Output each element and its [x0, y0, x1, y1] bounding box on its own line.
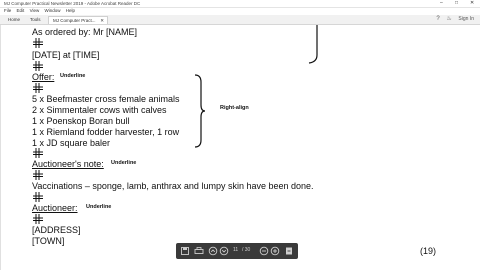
menu-bar: File Edit View Window Help	[0, 8, 480, 14]
double-bar-symbol	[33, 83, 43, 93]
title-bar: MJ Computer Practical Newsletter 2019 - …	[0, 0, 480, 8]
help-icon[interactable]: ?	[436, 16, 439, 22]
print-icon[interactable]	[194, 246, 204, 256]
zoom-in-icon[interactable]	[270, 246, 280, 256]
page-navigation-toolbar: 11 / 30	[176, 243, 298, 259]
items-format-note: Right-align	[220, 105, 249, 111]
tab-tools[interactable]: Tools	[26, 16, 46, 24]
auctioneer-label: Auctioneer:	[32, 203, 78, 213]
ordered-by-line: As ordered by: Mr [NAME]	[32, 27, 138, 37]
menu-window[interactable]: Window	[45, 8, 61, 14]
zoom-out-icon[interactable]	[259, 246, 269, 256]
menu-view[interactable]: View	[30, 8, 40, 14]
town-line: [TOWN]	[32, 236, 65, 246]
double-bar-symbol	[33, 192, 43, 202]
fit-page-icon[interactable]	[284, 246, 294, 256]
tab-home[interactable]: Home	[4, 16, 24, 24]
brace-fragment	[308, 25, 318, 64]
left-panel-edge	[0, 25, 1, 270]
offer-item: 1 x JD square baler	[32, 138, 111, 148]
tab-bar: Home Tools MJ Computer Pract... ✕	[0, 15, 480, 25]
sign-in-button[interactable]: Sign In	[458, 16, 474, 22]
maximize-icon[interactable]: □	[455, 0, 458, 7]
address-line: [ADDRESS]	[32, 225, 81, 235]
offer-item: 1 x Riemland fodder harvester, 1 row	[32, 127, 180, 137]
menu-help[interactable]: Help	[66, 8, 75, 14]
bell-icon[interactable]: ♨	[446, 16, 451, 22]
page-down-icon[interactable]	[219, 246, 229, 256]
menu-edit[interactable]: Edit	[17, 8, 25, 14]
total-pages: / 30	[242, 247, 251, 253]
save-icon[interactable]	[180, 246, 190, 256]
offer-item: 2 x Simmentaler cows with calves	[32, 105, 167, 115]
current-page-field[interactable]: 11	[233, 247, 238, 253]
menu-file[interactable]: File	[4, 8, 11, 14]
close-icon[interactable]: ✕	[470, 0, 474, 7]
minimize-icon[interactable]: –	[440, 0, 443, 7]
page-number: (19)	[420, 246, 437, 256]
auctioneer-format-note: Underline	[86, 204, 112, 210]
tab-document-label: MJ Computer Pract...	[53, 18, 96, 23]
close-tab-icon[interactable]: ✕	[100, 17, 104, 25]
double-bar-symbol	[33, 38, 43, 48]
vaccinations-line: Vaccinations – sponge, lamb, anthrax and…	[32, 181, 314, 191]
page-up-icon[interactable]	[208, 246, 218, 256]
window-title: MJ Computer Practical Newsletter 2019 - …	[4, 1, 141, 6]
double-bar-symbol	[33, 148, 43, 158]
double-bar-symbol	[33, 170, 43, 180]
auctioneer-note-label: Auctioneer's note:	[32, 159, 104, 169]
double-bar-symbol	[33, 214, 43, 224]
date-time-line: [DATE] at [TIME]	[32, 50, 100, 60]
double-bar-symbol	[33, 61, 43, 71]
auctioneer-note-format-note: Underline	[111, 160, 137, 166]
offer-item: 1 x Poenskop Boran bull	[32, 116, 130, 126]
tab-document[interactable]: MJ Computer Pract... ✕	[48, 16, 108, 24]
header-right: ? ♨ Sign In	[431, 15, 474, 24]
right-brace	[194, 74, 206, 148]
offer-item: 5 x Beefmaster cross female animals	[32, 94, 180, 104]
offer-label: Offer:	[32, 72, 55, 82]
offer-format-note: Underline	[60, 73, 86, 79]
